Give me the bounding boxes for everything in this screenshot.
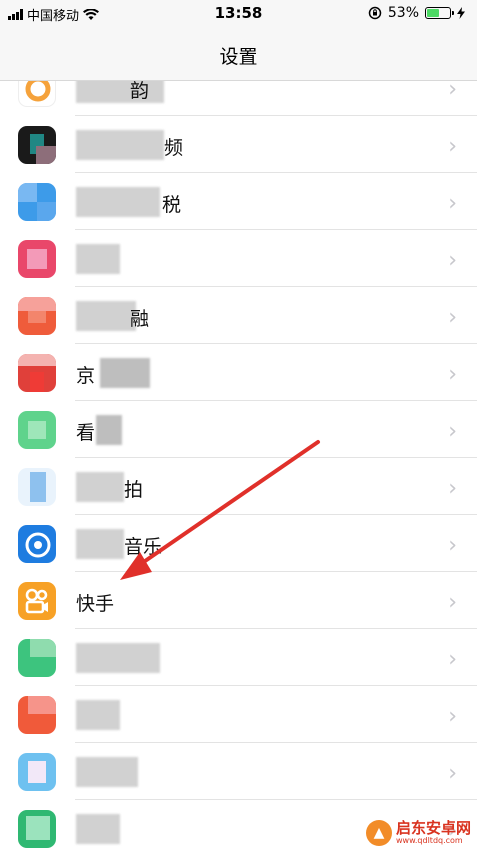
app-icon	[18, 696, 56, 734]
list-item[interactable]: 韵 ›	[0, 81, 477, 116]
chevron-right-icon: ›	[448, 362, 457, 387]
app-icon	[18, 354, 56, 392]
chevron-right-icon: ›	[448, 647, 457, 672]
watermark-logo-icon: ▲	[365, 820, 392, 846]
list-item[interactable]: 京 ›	[0, 344, 477, 401]
list-item[interactable]: ›	[0, 230, 477, 287]
chevron-right-icon: ›	[448, 248, 457, 273]
app-label: 京	[76, 365, 96, 387]
battery-fill	[427, 9, 439, 17]
redacted-label	[76, 643, 160, 673]
app-label: 音乐	[124, 536, 163, 558]
list-item[interactable]: 看 ›	[0, 401, 477, 458]
list-item[interactable]: 税 ›	[0, 173, 477, 230]
rotation-lock-icon	[368, 6, 382, 20]
list-item[interactable]: 音乐 ›	[0, 515, 477, 572]
list-item[interactable]: ›	[0, 686, 477, 743]
app-icon	[18, 126, 56, 164]
app-icon	[18, 81, 56, 107]
redacted-label	[76, 301, 136, 331]
chevron-right-icon: ›	[448, 305, 457, 330]
redacted-label	[76, 757, 138, 787]
app-label: 税	[162, 194, 182, 216]
battery-percent: 53%	[387, 5, 419, 21]
app-icon	[18, 753, 56, 791]
redacted-label	[76, 700, 120, 730]
chevron-right-icon: ›	[448, 590, 457, 615]
chevron-right-icon: ›	[448, 191, 457, 216]
settings-app-list[interactable]: 韵 › 频 › 税 › › 融 › 京 › 看 › 拍 › 音乐 › 快手 › …	[0, 81, 477, 852]
redacted-label	[76, 472, 124, 502]
app-icon	[18, 639, 56, 677]
page-title: 设置	[219, 46, 258, 68]
redacted-label	[76, 814, 120, 844]
app-icon	[18, 525, 56, 563]
app-icon	[18, 297, 56, 335]
charging-icon	[457, 7, 465, 19]
watermark-name: 启东安卓网	[395, 819, 471, 837]
site-watermark: ▲ 启东安卓网 www.qdltdq.com	[365, 819, 471, 846]
app-icon	[18, 183, 56, 221]
redacted-label	[76, 187, 160, 217]
battery-icon	[425, 7, 454, 19]
app-label: 拍	[124, 479, 144, 501]
app-label: 融	[130, 308, 150, 330]
app-icon	[18, 240, 56, 278]
navigation-bar: 设置	[0, 26, 477, 81]
list-item[interactable]: ›	[0, 743, 477, 800]
list-item[interactable]: 融 ›	[0, 287, 477, 344]
chevron-right-icon: ›	[448, 704, 457, 729]
redacted-label	[76, 130, 164, 160]
app-label: 看	[76, 422, 96, 444]
redacted-label	[76, 244, 120, 274]
list-item[interactable]: 频 ›	[0, 116, 477, 173]
list-item-kuaishou[interactable]: 快手 ›	[0, 572, 477, 629]
redacted-label	[96, 415, 122, 445]
app-icon	[18, 411, 56, 449]
chevron-right-icon: ›	[448, 533, 457, 558]
status-bar: 中国移动 13:58 53%	[0, 0, 477, 26]
redacted-label	[76, 81, 164, 103]
chevron-right-icon: ›	[448, 419, 457, 444]
list-item[interactable]: ›	[0, 629, 477, 686]
chevron-right-icon: ›	[448, 476, 457, 501]
watermark-url: www.qdltdq.com	[395, 836, 463, 845]
chevron-right-icon: ›	[448, 81, 457, 102]
redacted-label	[76, 529, 124, 559]
chevron-right-icon: ›	[448, 134, 457, 159]
app-label: 韵	[130, 81, 150, 102]
app-label: 频	[164, 137, 184, 159]
kuaishou-app-icon	[18, 582, 56, 620]
list-item[interactable]: 拍 ›	[0, 458, 477, 515]
redacted-label	[100, 358, 150, 388]
app-icon	[18, 810, 56, 848]
app-icon	[18, 468, 56, 506]
chevron-right-icon: ›	[448, 761, 457, 786]
app-label: 快手	[76, 593, 115, 615]
